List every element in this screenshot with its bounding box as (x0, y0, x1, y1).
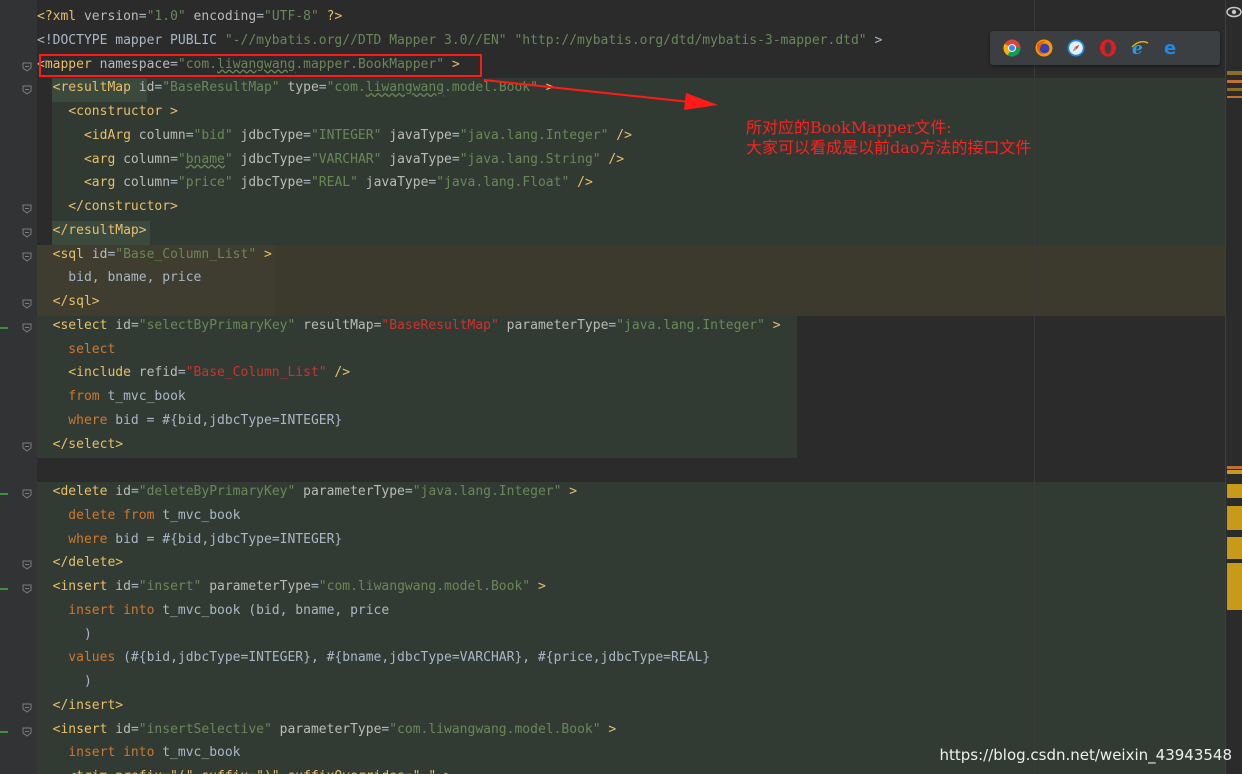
annotation-line-2: 大家可以看成是以前dao方法的接口文件 (746, 138, 1032, 157)
watermark: https://blog.csdn.net/weixin_43943548 (939, 746, 1232, 764)
annotation-line-1: 所对应的BookMapper文件: (746, 118, 952, 137)
annotation-arrow (483, 79, 718, 110)
annotation-note: 所对应的BookMapper文件: 大家可以看成是以前dao方法的接口文件 (746, 118, 1031, 158)
